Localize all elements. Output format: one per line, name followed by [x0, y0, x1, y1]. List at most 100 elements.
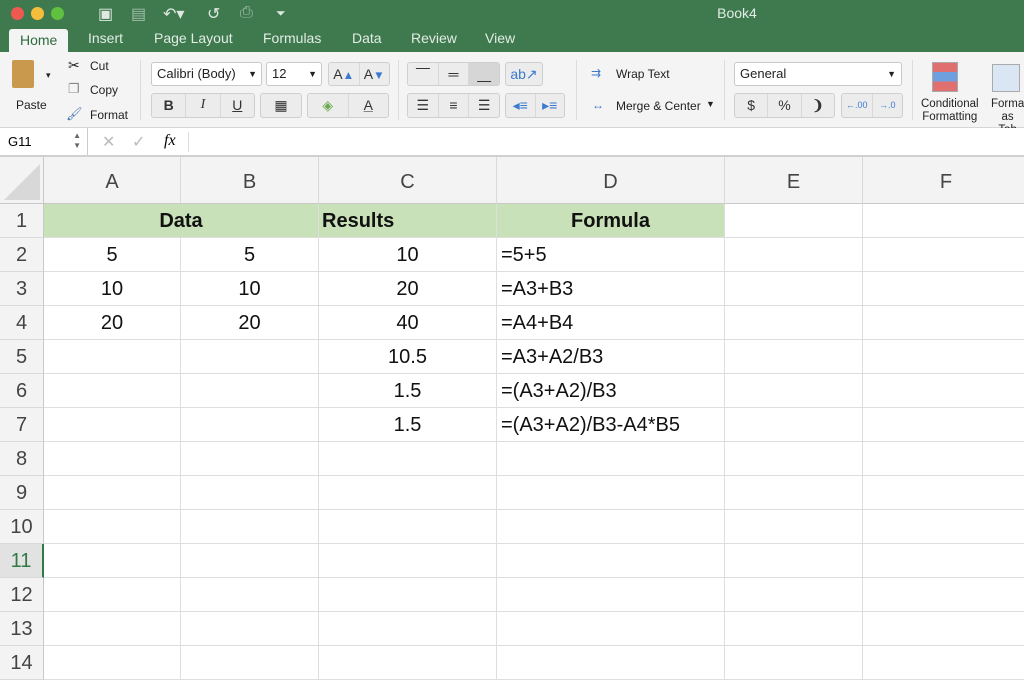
cell-c4[interactable]: 40 — [319, 306, 497, 340]
cell-d7[interactable]: =(A3+A2)/B3-A4*B5 — [497, 408, 725, 442]
cell-f11[interactable] — [863, 544, 1024, 578]
tab-insert[interactable]: Insert — [88, 30, 123, 46]
row-header-6[interactable]: 6 — [0, 374, 44, 408]
cell-e9[interactable] — [725, 476, 863, 510]
cell-f6[interactable] — [863, 374, 1024, 408]
cell-f10[interactable] — [863, 510, 1024, 544]
conditional-formatting-button[interactable]: Conditional Formatting — [921, 98, 979, 124]
align-right-icon[interactable]: ☰ — [469, 94, 499, 117]
copy-button[interactable]: Copy — [90, 83, 118, 97]
cell-c5[interactable]: 10.5 — [319, 340, 497, 374]
decrease-indent-icon[interactable]: ◂≡ — [506, 94, 536, 117]
cell-c10[interactable] — [319, 510, 497, 544]
cell-a9[interactable] — [44, 476, 181, 510]
row-header-12[interactable]: 12 — [0, 578, 44, 612]
cell-b12[interactable] — [181, 578, 319, 612]
cell-f2[interactable] — [863, 238, 1024, 272]
column-header-e[interactable]: E — [725, 157, 863, 204]
decrease-decimal-icon[interactable]: →.0 — [873, 94, 903, 117]
cell-d10[interactable] — [497, 510, 725, 544]
wrap-text-button[interactable]: Wrap Text — [616, 67, 670, 81]
cell-c7[interactable]: 1.5 — [319, 408, 497, 442]
cell-a12[interactable] — [44, 578, 181, 612]
cell-f3[interactable] — [863, 272, 1024, 306]
cell-c2[interactable]: 10 — [319, 238, 497, 272]
column-header-d[interactable]: D — [497, 157, 725, 204]
cell-d6[interactable]: =(A3+A2)/B3 — [497, 374, 725, 408]
cell-e10[interactable] — [725, 510, 863, 544]
column-header-b[interactable]: B — [181, 157, 319, 204]
row-header-3[interactable]: 3 — [0, 272, 44, 306]
cell-d11[interactable] — [497, 544, 725, 578]
align-left-icon[interactable]: ☰ — [408, 94, 439, 117]
cell-d13[interactable] — [497, 612, 725, 646]
cell-d9[interactable] — [497, 476, 725, 510]
paste-button[interactable]: Paste — [16, 98, 47, 112]
align-middle-icon[interactable]: ═ — [439, 63, 470, 85]
cell-c6[interactable]: 1.5 — [319, 374, 497, 408]
cell-a8[interactable] — [44, 442, 181, 476]
chevron-down-icon[interactable]: ▼ — [706, 99, 715, 109]
paste-icon[interactable] — [12, 60, 34, 88]
cell-e3[interactable] — [725, 272, 863, 306]
cell-a3[interactable]: 10 — [44, 272, 181, 306]
cell-e12[interactable] — [725, 578, 863, 612]
cell-f5[interactable] — [863, 340, 1024, 374]
cell-e5[interactable] — [725, 340, 863, 374]
cell-a2[interactable]: 5 — [44, 238, 181, 272]
row-header-14[interactable]: 14 — [0, 646, 44, 680]
cell-c12[interactable] — [319, 578, 497, 612]
cell-e2[interactable] — [725, 238, 863, 272]
cell-f1[interactable] — [863, 204, 1024, 238]
row-header-4[interactable]: 4 — [0, 306, 44, 340]
column-header-a[interactable]: A — [44, 157, 181, 204]
cell-a5[interactable] — [44, 340, 181, 374]
column-header-c[interactable]: C — [319, 157, 497, 204]
increase-font-size-icon[interactable]: A▲ — [329, 63, 360, 85]
font-color-icon[interactable]: A — [349, 94, 389, 117]
cell-b3[interactable]: 10 — [181, 272, 319, 306]
underline-button[interactable]: U — [221, 94, 254, 117]
cell-c3[interactable]: 20 — [319, 272, 497, 306]
row-header-2[interactable]: 2 — [0, 238, 44, 272]
tab-page-layout[interactable]: Page Layout — [154, 30, 233, 46]
cell-b5[interactable] — [181, 340, 319, 374]
cell-b11[interactable] — [181, 544, 319, 578]
cell-d5[interactable]: =A3+A2/B3 — [497, 340, 725, 374]
tab-formulas[interactable]: Formulas — [263, 30, 321, 46]
cell-b6[interactable] — [181, 374, 319, 408]
borders-icon[interactable]: ▦ — [261, 94, 301, 117]
column-header-f[interactable]: F — [863, 157, 1024, 204]
cut-button[interactable]: Cut — [90, 59, 109, 73]
tab-home[interactable]: Home — [9, 29, 69, 53]
cell-b2[interactable]: 5 — [181, 238, 319, 272]
cell-e8[interactable] — [725, 442, 863, 476]
fill-color-icon[interactable]: ◈ — [308, 94, 349, 117]
number-format-select[interactable]: General ▼ — [734, 62, 902, 86]
cell-d12[interactable] — [497, 578, 725, 612]
cell-a10[interactable] — [44, 510, 181, 544]
cell-b13[interactable] — [181, 612, 319, 646]
row-header-11[interactable]: 11 — [0, 544, 44, 578]
paste-dropdown-icon[interactable]: ▾ — [46, 70, 51, 81]
cell-f14[interactable] — [863, 646, 1024, 680]
cell-c14[interactable] — [319, 646, 497, 680]
cell-e4[interactable] — [725, 306, 863, 340]
cell-a14[interactable] — [44, 646, 181, 680]
currency-button[interactable]: $ — [735, 94, 769, 117]
cell-d2[interactable]: =5+5 — [497, 238, 725, 272]
cell-b14[interactable] — [181, 646, 319, 680]
cell-a4[interactable]: 20 — [44, 306, 181, 340]
select-all-button[interactable] — [0, 157, 44, 204]
cell-d4[interactable]: =A4+B4 — [497, 306, 725, 340]
row-header-9[interactable]: 9 — [0, 476, 44, 510]
cell-a6[interactable] — [44, 374, 181, 408]
row-header-7[interactable]: 7 — [0, 408, 44, 442]
increase-decimal-icon[interactable]: ←.00 — [842, 94, 873, 117]
cell-a1-data-header[interactable]: Data — [44, 204, 319, 238]
enter-icon[interactable]: ✓ — [132, 132, 145, 152]
align-center-icon[interactable]: ≡ — [439, 94, 470, 117]
cell-d14[interactable] — [497, 646, 725, 680]
align-bottom-icon[interactable]: ⎽ — [469, 63, 500, 85]
cell-a13[interactable] — [44, 612, 181, 646]
